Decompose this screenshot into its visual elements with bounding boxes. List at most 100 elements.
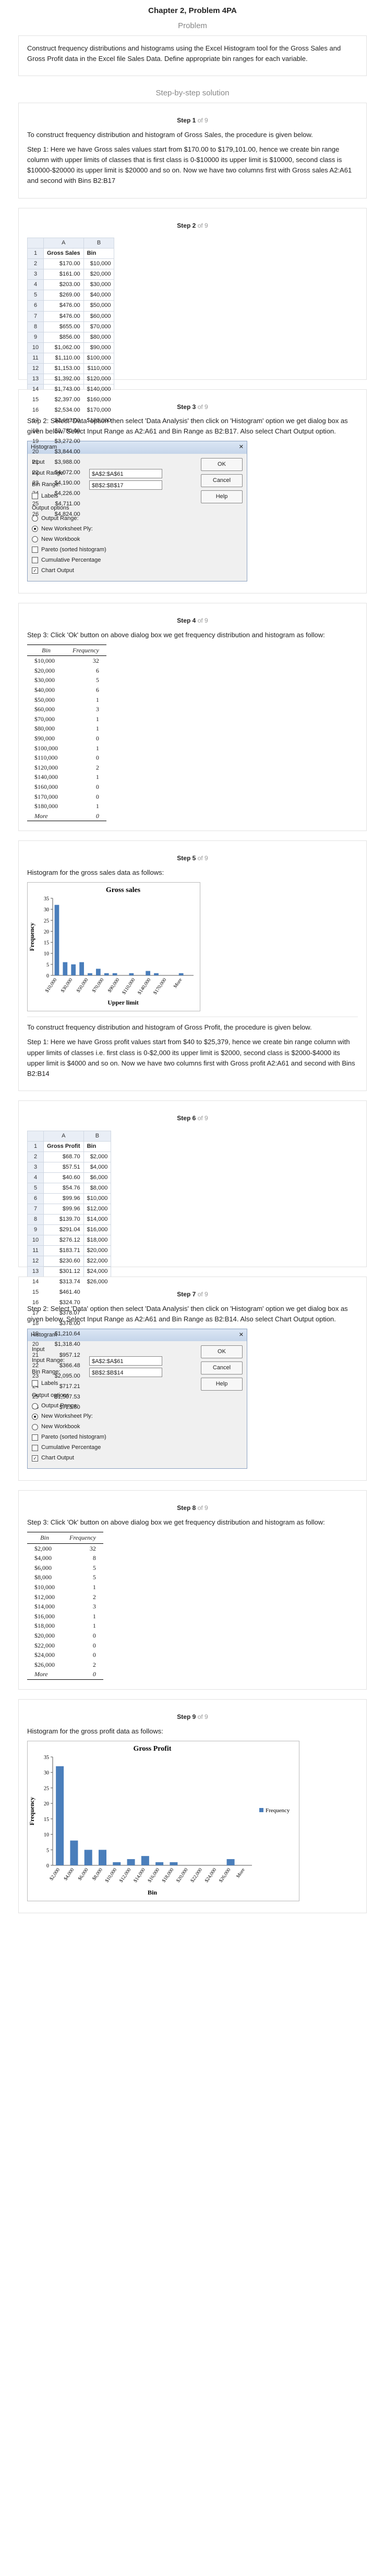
frequency-value: 0 bbox=[92, 1651, 96, 1659]
bin-range-field[interactable]: $B$2:$B$14 bbox=[89, 1367, 162, 1377]
cumulative-checkbox[interactable] bbox=[32, 1444, 38, 1451]
close-icon[interactable]: ✕ bbox=[239, 443, 244, 452]
input-range-field[interactable]: $A$2:$A$61 bbox=[89, 468, 162, 478]
bin-cell[interactable]: $14,000 bbox=[83, 1213, 112, 1225]
value-cell[interactable]: $99.96 bbox=[43, 1193, 84, 1204]
value-cell[interactable]: $476.00 bbox=[43, 300, 84, 312]
bin-cell[interactable]: $80,000 bbox=[83, 331, 115, 343]
table-row: 6 $99.96 $10,000 bbox=[27, 1193, 112, 1204]
bin-cell[interactable]: $120,000 bbox=[83, 373, 115, 385]
bin-cell[interactable]: $140,000 bbox=[83, 383, 115, 395]
value-cell[interactable]: $99.96 bbox=[43, 1203, 84, 1215]
close-icon[interactable]: ✕ bbox=[239, 1331, 244, 1340]
new-sheet-radio[interactable] bbox=[32, 1413, 38, 1420]
value-cell[interactable]: $68.70 bbox=[43, 1151, 84, 1162]
column-header-a[interactable]: A bbox=[43, 238, 84, 249]
bin-cell[interactable]: $60,000 bbox=[83, 311, 115, 322]
cancel-button[interactable]: Cancel bbox=[201, 474, 243, 487]
frequency-value: 2 bbox=[92, 1661, 96, 1668]
ok-button[interactable]: OK bbox=[201, 457, 243, 471]
value-cell[interactable]: $54.76 bbox=[43, 1182, 84, 1194]
bin-cell[interactable]: $50,000 bbox=[83, 300, 115, 312]
bar bbox=[129, 973, 134, 976]
column-header-b[interactable]: B bbox=[83, 1130, 112, 1142]
value-cell[interactable]: $269.00 bbox=[43, 290, 84, 301]
x-tick-label: $14,000 bbox=[133, 1867, 147, 1884]
bar bbox=[88, 973, 92, 976]
table-row: 7 $476.00 $60,000 bbox=[27, 311, 115, 322]
value-cell[interactable]: $139.70 bbox=[43, 1213, 84, 1225]
pareto-checkbox[interactable] bbox=[32, 547, 38, 553]
ok-button[interactable]: OK bbox=[201, 1345, 243, 1358]
value-cell[interactable]: $170.00 bbox=[43, 258, 84, 270]
x-tick-label: $140,000 bbox=[137, 977, 152, 996]
solution-heading: Step-by-step solution bbox=[155, 89, 230, 98]
cancel-button[interactable]: Cancel bbox=[201, 1361, 243, 1374]
value-cell[interactable]: $57.51 bbox=[43, 1161, 84, 1173]
bin-cell[interactable]: $100,000 bbox=[83, 352, 115, 364]
labels-checkbox[interactable] bbox=[32, 1380, 38, 1387]
value-cell[interactable]: $203.00 bbox=[43, 279, 84, 291]
value-cell[interactable]: $161.00 bbox=[43, 269, 84, 280]
column-header-a[interactable]: A bbox=[43, 1130, 84, 1142]
value-cell[interactable]: $276.12 bbox=[43, 1234, 84, 1246]
bin-cell[interactable]: $10,000 bbox=[83, 258, 115, 270]
value-cell[interactable]: $183.71 bbox=[43, 1245, 84, 1257]
bin-cell[interactable]: $16,000 bbox=[83, 1224, 112, 1235]
cumulative-checkbox[interactable] bbox=[32, 557, 38, 564]
value-cell[interactable]: $1,062.00 bbox=[43, 342, 84, 353]
header-cell[interactable]: Bin bbox=[83, 248, 115, 259]
chart-output-checkbox[interactable]: ✓ bbox=[32, 567, 38, 574]
bin-cell[interactable]: $20,000 bbox=[83, 1245, 112, 1257]
output-range-radio[interactable] bbox=[32, 1403, 38, 1409]
pareto-checkbox[interactable] bbox=[32, 1434, 38, 1441]
bin-cell[interactable]: $30,000 bbox=[83, 279, 115, 291]
value-cell[interactable]: $291.04 bbox=[43, 1224, 84, 1235]
bin-cell[interactable]: $4,000 bbox=[83, 1161, 112, 1173]
bin-cell[interactable]: $70,000 bbox=[83, 321, 115, 332]
bin-cell[interactable]: $160,000 bbox=[83, 394, 115, 405]
bin-cell[interactable]: $90,000 bbox=[83, 342, 115, 353]
value-cell[interactable]: $40.60 bbox=[43, 1172, 84, 1183]
bin-cell[interactable]: $18,000 bbox=[83, 1234, 112, 1246]
new-book-radio[interactable] bbox=[32, 536, 38, 543]
value-cell[interactable]: $230.60 bbox=[43, 1256, 84, 1267]
bin-cell[interactable]: $2,000 bbox=[83, 1151, 112, 1162]
bin-cell[interactable]: $26,000 bbox=[83, 1277, 112, 1288]
value-cell[interactable]: $1,392.00 bbox=[43, 373, 84, 385]
bin-cell[interactable]: $6,000 bbox=[83, 1172, 112, 1183]
chart-output-checkbox[interactable]: ✓ bbox=[32, 1455, 38, 1462]
bin-cell[interactable]: $40,000 bbox=[83, 290, 115, 301]
value-cell[interactable]: $301.12 bbox=[43, 1266, 84, 1278]
bin-cell[interactable]: $12,000 bbox=[83, 1203, 112, 1215]
help-button[interactable]: Help bbox=[201, 490, 243, 503]
input-range-field[interactable]: $A$2:$A$61 bbox=[89, 1356, 162, 1366]
header-cell[interactable]: Gross Profit bbox=[43, 1141, 84, 1152]
value-cell[interactable]: $476.00 bbox=[43, 311, 84, 322]
bin-cell[interactable]: $24,000 bbox=[83, 1266, 112, 1278]
value-cell[interactable]: $1,153.00 bbox=[43, 363, 84, 374]
output-range-radio[interactable] bbox=[32, 515, 38, 522]
bin-cell[interactable]: $22,000 bbox=[83, 1256, 112, 1267]
help-button[interactable]: Help bbox=[201, 1377, 243, 1391]
profit-histogram-frame: Gross Profit 0 5 10 15 20 25 30 35 $2,000 $4,000 $6… bbox=[27, 1740, 299, 1901]
header-cell[interactable]: Bin bbox=[83, 1141, 112, 1152]
bin-cell[interactable]: $110,000 bbox=[83, 363, 115, 374]
new-book-radio[interactable] bbox=[32, 1423, 38, 1430]
bin-cell[interactable]: $10,000 bbox=[83, 1193, 112, 1204]
bin-range-field[interactable]: $B$2:$B$17 bbox=[89, 480, 162, 490]
value-cell[interactable]: $856.00 bbox=[43, 331, 84, 343]
new-sheet-radio[interactable] bbox=[32, 526, 38, 532]
bin-cell[interactable]: $8,000 bbox=[83, 1182, 112, 1194]
column-header-row: AB bbox=[27, 1130, 112, 1142]
bin-cell[interactable]: $20,000 bbox=[83, 269, 115, 280]
step-8-card: Step 8 of 9 Step 3: Click 'Ok' button on… bbox=[18, 1490, 367, 1690]
bin-cell[interactable]: $170,000 bbox=[83, 404, 115, 416]
corner-cell bbox=[27, 1130, 44, 1142]
value-cell[interactable]: $1,110.00 bbox=[43, 352, 84, 364]
step-5-profit-intro: To construct frequency distribution and … bbox=[27, 1023, 312, 1032]
value-cell[interactable]: $655.00 bbox=[43, 321, 84, 332]
column-header-b[interactable]: B bbox=[83, 238, 115, 249]
labels-checkbox[interactable] bbox=[32, 493, 38, 500]
header-cell[interactable]: Gross Sales bbox=[43, 248, 84, 259]
